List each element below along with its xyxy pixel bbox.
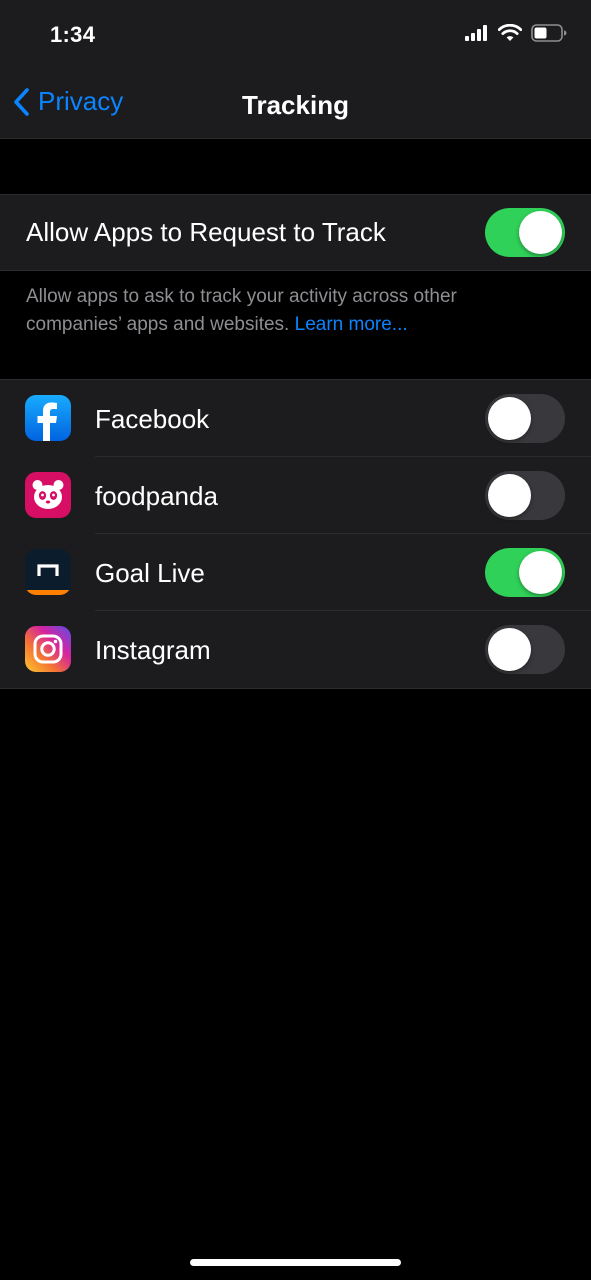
app-list: Facebook foodpanda Goal Live Instagram — [0, 379, 591, 689]
navigation-bar: Privacy Tracking — [0, 70, 591, 139]
toggle-knob — [488, 628, 531, 671]
foodpanda-app-icon — [25, 472, 71, 518]
home-indicator[interactable] — [190, 1259, 401, 1266]
allow-tracking-requests-toggle[interactable] — [485, 208, 565, 257]
goal-live-app-icon — [25, 549, 71, 595]
facebook-app-icon — [25, 395, 71, 441]
battery-icon — [531, 24, 567, 42]
app-row-instagram: Instagram — [0, 611, 591, 688]
app-row-goal-live: Goal Live — [0, 534, 591, 611]
learn-more-link[interactable]: Learn more... — [295, 314, 408, 335]
status-time: 1:34 — [50, 22, 96, 47]
status-bar: 1:34 — [0, 0, 591, 70]
foodpanda-tracking-toggle[interactable] — [485, 471, 565, 520]
toggle-knob — [519, 551, 562, 594]
app-name-goal-live: Goal Live — [95, 558, 205, 588]
app-row-foodpanda: foodpanda — [0, 457, 591, 534]
app-name-facebook: Facebook — [95, 404, 210, 434]
tracking-footnote: Allow apps to ask to track your activity… — [26, 283, 546, 339]
allow-tracking-requests-label: Allow Apps to Request to Track — [26, 217, 386, 247]
app-row-facebook: Facebook — [0, 380, 591, 457]
allow-tracking-requests-row: Allow Apps to Request to Track — [0, 194, 591, 271]
wifi-icon — [498, 24, 522, 41]
instagram-app-icon — [25, 626, 71, 672]
goal-live-tracking-toggle[interactable] — [485, 548, 565, 597]
app-name-foodpanda: foodpanda — [95, 481, 218, 511]
cellular-signal-icon — [465, 25, 487, 41]
toggle-knob — [488, 474, 531, 517]
facebook-tracking-toggle[interactable] — [485, 394, 565, 443]
page-title: Tracking — [242, 90, 349, 120]
toggle-knob — [519, 211, 562, 254]
instagram-tracking-toggle[interactable] — [485, 625, 565, 674]
toggle-knob — [488, 397, 531, 440]
app-name-instagram: Instagram — [95, 635, 211, 665]
status-icons — [465, 24, 567, 42]
